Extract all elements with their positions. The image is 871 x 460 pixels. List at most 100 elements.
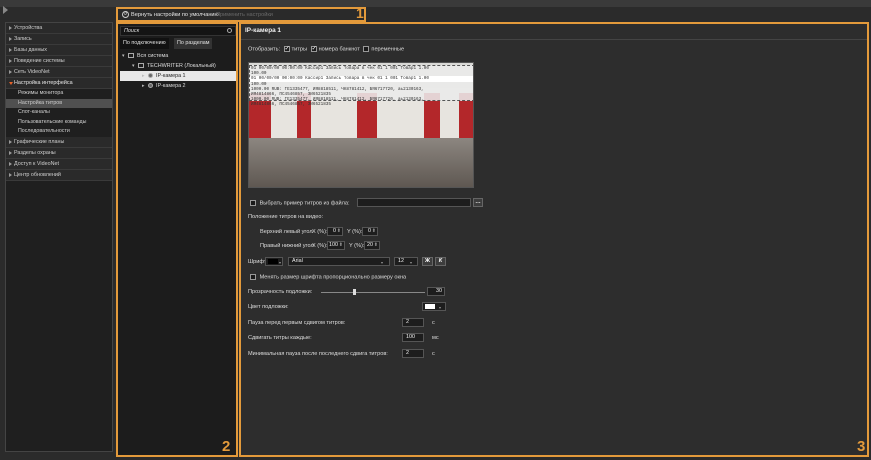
expand-triangle-icon	[9, 59, 12, 63]
nav-item-videonet-access[interactable]: Доступ к VideoNet	[6, 158, 112, 170]
search-input[interactable]: Поиск	[120, 26, 236, 36]
expand-triangle-icon	[9, 172, 12, 177]
file-path-input[interactable]	[357, 198, 471, 207]
pause-first-label: Пауза перед первым сдвигом титров:	[248, 320, 346, 326]
nav-sub-spot-channels[interactable]: Спот-каналы	[6, 108, 112, 118]
tree-item-all-system[interactable]: ▾ Вся система	[120, 51, 236, 61]
titles-overlay[interactable]: 01 00/00/00 00:00:00 Кассир1 Запись това…	[249, 65, 473, 107]
expand-triangle-icon	[9, 26, 12, 30]
device-tree: ▾ Вся система ▾ TECHWRITER (Локальный) ▸ IP…	[120, 51, 236, 91]
bottom-right-x-stepper[interactable]: 100	[327, 241, 345, 250]
reset-defaults-label: Вернуть настройки по умолчанию	[131, 12, 219, 18]
tree-item-server[interactable]: ▾ TECHWRITER (Локальный)	[120, 61, 236, 71]
x-label: X (%):	[312, 229, 328, 235]
transparency-slider[interactable]	[321, 292, 425, 293]
titles-checkbox[interactable]	[283, 45, 290, 52]
nav-item-graphic-plans[interactable]: Графические планы	[6, 136, 112, 148]
nav-item-videonet-network[interactable]: Сеть VideoNet	[6, 67, 112, 78]
apply-settings-button[interactable]: Применить настройки	[216, 10, 273, 21]
nav-item-security-sections[interactable]: Разделы охраны	[6, 147, 112, 159]
reset-defaults-button[interactable]: ↺ Вернуть настройки по умолчанию	[122, 10, 219, 21]
bottom-right-label: Правый нижний угол	[260, 243, 314, 249]
nav-item-label: Базы данных	[14, 47, 47, 53]
browse-button[interactable]: …	[473, 198, 483, 207]
expand-triangle-icon	[9, 48, 12, 52]
position-label: Положение титров на видео:	[248, 214, 324, 220]
transparency-slider-handle[interactable]	[353, 289, 356, 295]
expand-triangle-icon	[9, 37, 12, 41]
resize-font-checkbox[interactable]	[250, 274, 256, 280]
banknotes-checkbox[interactable]	[310, 45, 317, 52]
page-title: IP-камера 1	[245, 27, 281, 34]
nav-item-interface-settings[interactable]: Настройка интерфейса	[6, 78, 112, 89]
tree-item-camera-1[interactable]: ▸ IP-камера 1	[120, 71, 236, 81]
top-left-y-stepper[interactable]: 0	[362, 227, 378, 236]
nav-item-label: Доступ к VideoNet	[14, 160, 59, 167]
titles-settings-panel: IP-камера 1 Отобразить: титры номера бан…	[239, 22, 869, 457]
bg-color-label: Цвет подложки:	[248, 304, 289, 310]
overlay-line: ИЯ4814866, ПС4546857, ЗИ6521835	[251, 102, 331, 108]
resize-font-row: Менять размер шрифта пропорционально раз…	[248, 274, 406, 280]
nav-sub-sequences[interactable]: Последовательности	[6, 127, 112, 137]
chevron-down-icon: ▾	[279, 260, 282, 265]
expand-triangle-icon	[9, 150, 12, 155]
shift-every-input[interactable]: 100	[402, 333, 424, 342]
bg-color-swatch	[425, 304, 435, 309]
bg-color-picker[interactable]: ▾	[422, 302, 446, 311]
nav-item-devices[interactable]: Устройства	[6, 23, 112, 34]
search-placeholder: Поиск	[124, 28, 140, 34]
expand-triangle-icon	[9, 70, 12, 74]
apply-settings-label: Применить настройки	[216, 12, 273, 18]
x-label: X (%):	[312, 243, 328, 249]
pause-first-unit: с	[432, 320, 435, 326]
min-pause-input[interactable]: 2	[402, 349, 424, 358]
transparency-input[interactable]: 30	[427, 287, 445, 296]
y-label: Y (%):	[347, 229, 363, 235]
nav-item-update-center[interactable]: Центр обновлений	[6, 169, 112, 181]
callout-number-1: 1	[356, 5, 364, 21]
min-pause-label: Минимальная пауза после последнего сдвиг…	[248, 351, 388, 357]
expand-arrow-icon[interactable]	[3, 6, 8, 14]
bold-button[interactable]: Ж	[422, 257, 433, 266]
titles-checkbox-label: титры	[291, 46, 307, 53]
top-left-x-stepper[interactable]: 0	[327, 227, 343, 236]
tab-by-sections[interactable]: По разделам	[174, 38, 213, 49]
shift-every-unit: мс	[432, 335, 439, 341]
choose-file-row: Выбрать пример титров из файла:	[248, 200, 350, 206]
toolbar: ↺ Вернуть настройки по умолчанию Применит…	[116, 5, 366, 22]
camera-icon	[148, 73, 153, 79]
font-color-swatch	[268, 259, 278, 264]
shift-every-label: Сдвигать титры каждые:	[248, 335, 312, 341]
font-size-select[interactable]: 12 ▾	[394, 257, 418, 266]
variables-checkbox[interactable]	[363, 46, 370, 52]
tree-item-label: TECHWRITER (Локальный)	[147, 63, 216, 69]
expand-triangle-icon	[9, 139, 12, 144]
choose-file-checkbox[interactable]	[250, 200, 256, 206]
video-preview: 01 00/00/00 00:00:00 Кассир1 Запись това…	[248, 62, 474, 188]
nav-sub-monitor-modes[interactable]: Режимы монитора	[6, 89, 112, 99]
tree-item-camera-2[interactable]: ▸ IP-камера 2	[120, 81, 236, 91]
callout-number-3: 3	[857, 438, 866, 455]
nav-item-databases[interactable]: Базы данных	[6, 45, 112, 56]
pause-first-input[interactable]: 2	[402, 318, 424, 327]
nav-item-label: Графические планы	[14, 138, 65, 145]
nav-sub-titles-settings[interactable]: Настройка титров	[6, 98, 112, 108]
italic-button[interactable]: К	[435, 257, 446, 266]
transparency-label: Прозрачность подложки:	[248, 289, 313, 295]
tab-by-connection[interactable]: По подключению	[120, 38, 169, 49]
choose-file-label: Выбрать пример титров из файла:	[259, 200, 350, 207]
title-divider	[241, 39, 867, 40]
font-color-picker[interactable]: ▾	[265, 257, 283, 266]
chevron-down-icon: ▾	[439, 305, 442, 310]
callout-number-2: 2	[222, 438, 231, 455]
video-floor	[249, 138, 473, 187]
nav-item-label: Устройства	[14, 25, 43, 31]
reset-icon: ↺	[122, 11, 129, 19]
font-family-select[interactable]: Arial ▾	[288, 257, 390, 266]
nav-sub-user-commands[interactable]: Пользовательские команды	[6, 118, 112, 128]
bottom-right-y-stepper[interactable]: 20	[364, 241, 380, 250]
nav-item-label: Поведение системы	[14, 58, 65, 64]
nav-item-recording[interactable]: Запись	[6, 34, 112, 45]
chevron-down-icon: ▾	[381, 260, 384, 265]
nav-item-system-behavior[interactable]: Поведение системы	[6, 56, 112, 67]
